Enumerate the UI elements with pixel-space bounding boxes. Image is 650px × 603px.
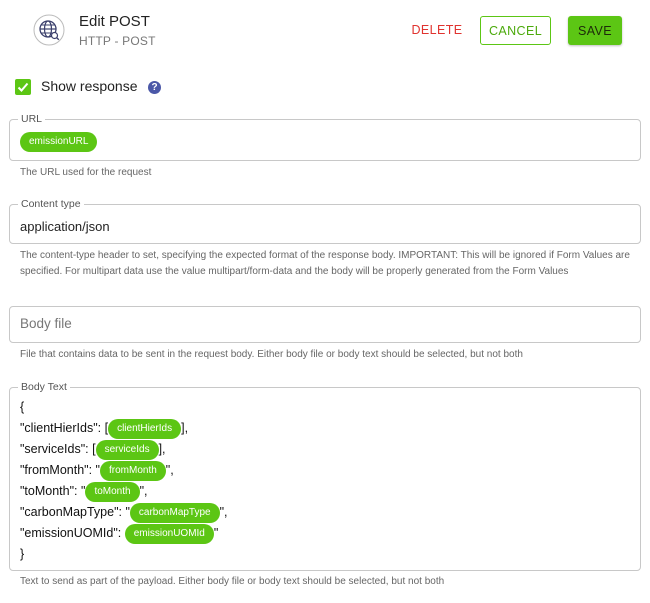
body-variable-chip[interactable]: toMonth — [85, 481, 140, 502]
body-line-key: "serviceIds": [ — [20, 442, 96, 456]
show-response-checkbox[interactable] — [15, 79, 31, 95]
body-line-key: "toMonth": " — [20, 484, 86, 498]
body-close-brace: } — [20, 547, 25, 561]
show-response-label: Show response — [41, 78, 138, 94]
body-file-helper-text: File that contains data to be sent in th… — [20, 349, 523, 360]
body-text-field[interactable]: Body Text { "clientHierIds": [clientHier… — [9, 382, 641, 571]
body-variable-chip[interactable]: fromMonth — [100, 460, 166, 481]
body-variable-chip[interactable]: carbonMapType — [129, 502, 220, 523]
body-line-suffix: ], — [181, 421, 189, 435]
body-file-placeholder: Body file — [20, 316, 72, 331]
body-text-field-label: Body Text — [21, 381, 67, 393]
body-line-suffix: ", — [139, 484, 148, 498]
body-line-suffix: ], — [158, 442, 166, 456]
body-text-helper-text: Text to send as part of the payload. Eit… — [20, 576, 445, 587]
content-type-field[interactable]: Content type application/json — [9, 199, 641, 244]
url-helper-text: The URL used for the request — [20, 167, 152, 178]
body-text-content: { "clientHierIds": [clientHierIds], "ser… — [20, 397, 228, 565]
globe-icon — [33, 14, 65, 46]
body-line: "carbonMapType": " carbonMapType ", — [20, 502, 228, 523]
url-field-label: URL — [21, 113, 43, 125]
cancel-button[interactable]: CANCEL — [480, 16, 551, 45]
body-line: "toMonth": " toMonth ", — [20, 481, 228, 502]
body-line-key: "fromMonth": " — [20, 463, 100, 477]
body-line-suffix: ", — [219, 505, 228, 519]
url-field[interactable]: URL emissionURL — [9, 114, 641, 161]
help-icon[interactable]: ? — [148, 81, 161, 94]
dialog-header: Edit POST HTTP - POST DELETE CANCEL SAVE — [0, 0, 650, 62]
body-line: "emissionUOMId": emissionUOMId " — [20, 523, 228, 544]
body-open-brace: { — [20, 400, 25, 414]
dialog-subtitle: HTTP - POST — [79, 34, 156, 48]
dialog-title: Edit POST — [79, 13, 150, 30]
url-variable-chip[interactable]: emissionURL — [20, 132, 98, 152]
body-line: "fromMonth": " fromMonth ", — [20, 460, 228, 481]
save-button[interactable]: SAVE — [568, 16, 622, 45]
content-type-field-label: Content type — [21, 198, 81, 210]
checkmark-icon — [17, 82, 29, 92]
body-line: "clientHierIds": [clientHierIds], — [20, 418, 228, 439]
content-type-helper-text: The content-type header to set, specifyi… — [20, 250, 630, 277]
body-line-key: "emissionUOMId": — [20, 526, 125, 540]
body-line-suffix: ", — [165, 463, 174, 477]
body-line: "serviceIds": [serviceIds], — [20, 439, 228, 460]
body-line-key: "clientHierIds": [ — [20, 421, 109, 435]
delete-button[interactable]: DELETE — [404, 16, 470, 44]
body-line-suffix: " — [213, 526, 219, 540]
body-variable-chip[interactable]: clientHierIds — [108, 418, 182, 439]
body-file-field[interactable]: Body file — [9, 306, 641, 343]
content-type-value: application/json — [20, 219, 110, 234]
body-variable-chip[interactable]: emissionUOMId — [124, 523, 214, 544]
body-line-key: "carbonMapType": " — [20, 505, 130, 519]
body-variable-chip[interactable]: serviceIds — [95, 439, 159, 460]
